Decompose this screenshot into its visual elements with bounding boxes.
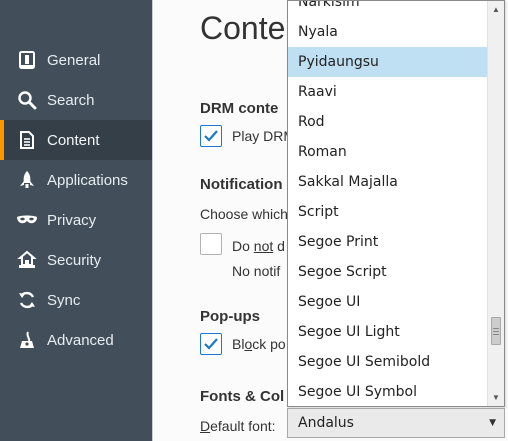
font-option[interactable]: Segoe UI Semibold bbox=[288, 347, 487, 377]
notifications-sub-text: No notif bbox=[232, 263, 281, 279]
dnd-checkbox-label: Do not d bbox=[232, 238, 285, 254]
sidebar-item-advanced[interactable]: Advanced bbox=[0, 320, 152, 360]
notifications-description: Choose which bbox=[200, 206, 288, 222]
sidebar: General Search Content Applications Priv… bbox=[0, 0, 152, 441]
font-options: Narkisim Nyala Pyidaungsu Raavi Rod Roman Sakk… bbox=[288, 1, 487, 406]
privacy-mask-icon bbox=[16, 209, 38, 231]
popups-heading: Pop-ups bbox=[200, 308, 260, 325]
selected-font-value: Andalus bbox=[298, 415, 354, 431]
search-icon bbox=[16, 89, 38, 111]
applications-icon bbox=[16, 169, 38, 191]
security-icon bbox=[16, 249, 38, 271]
sidebar-item-label: Privacy bbox=[47, 211, 97, 229]
sidebar-item-label: Advanced bbox=[47, 331, 114, 349]
sidebar-item-label: Search bbox=[47, 91, 95, 109]
default-font-label: Default font: bbox=[200, 418, 276, 434]
sidebar-item-content[interactable]: Content bbox=[0, 120, 152, 160]
block-popups-label: Block po bbox=[232, 336, 286, 352]
dropdown-scrollbar[interactable]: ▲ ▼ bbox=[487, 1, 504, 406]
block-popups-checkbox[interactable] bbox=[200, 333, 222, 355]
notifications-heading: Notification bbox=[200, 176, 283, 193]
dnd-checkbox[interactable] bbox=[200, 233, 222, 255]
fonts-heading: Fonts & Col bbox=[200, 388, 285, 405]
scroll-up-arrow-icon[interactable]: ▲ bbox=[488, 1, 504, 18]
advanced-icon bbox=[16, 329, 38, 351]
sidebar-item-label: General bbox=[47, 51, 101, 69]
drm-checkbox[interactable] bbox=[200, 125, 222, 147]
drm-heading: DRM conte bbox=[200, 100, 279, 117]
font-option[interactable]: Segoe UI Light bbox=[288, 317, 487, 347]
font-option[interactable]: Nyala bbox=[288, 17, 487, 47]
checkmark-icon bbox=[204, 130, 218, 142]
sidebar-item-security[interactable]: Security bbox=[0, 240, 152, 280]
sidebar-item-label: Applications bbox=[47, 171, 128, 189]
sidebar-item-privacy[interactable]: Privacy bbox=[0, 200, 152, 240]
sync-icon bbox=[16, 289, 38, 311]
font-option[interactable]: Segoe Print bbox=[288, 227, 487, 257]
drm-checkbox-label: Play DRM bbox=[232, 128, 296, 144]
font-option[interactable]: Script bbox=[288, 197, 487, 227]
scroll-down-arrow-icon[interactable]: ▼ bbox=[488, 389, 504, 406]
font-dropdown-list[interactable]: Narkisim Nyala Pyidaungsu Raavi Rod Roman Sakk… bbox=[287, 0, 505, 407]
font-option[interactable]: Segoe UI Symbol bbox=[288, 377, 487, 406]
font-option[interactable]: Raavi bbox=[288, 77, 487, 107]
sidebar-item-label: Content bbox=[47, 131, 100, 149]
font-option[interactable]: Roman bbox=[288, 137, 487, 167]
font-option[interactable]: Pyidaungsu bbox=[288, 47, 487, 77]
checkmark-icon bbox=[204, 338, 218, 350]
sidebar-item-search[interactable]: Search bbox=[0, 80, 152, 120]
content-icon bbox=[16, 129, 38, 151]
sidebar-item-general[interactable]: General bbox=[0, 40, 152, 80]
general-icon bbox=[16, 49, 38, 71]
sidebar-item-label: Sync bbox=[47, 291, 81, 309]
font-option[interactable]: Rod bbox=[288, 107, 487, 137]
sidebar-item-sync[interactable]: Sync bbox=[0, 280, 152, 320]
default-font-select[interactable]: Andalus ▼ bbox=[287, 408, 505, 438]
sidebar-item-label: Security bbox=[47, 251, 102, 269]
scroll-thumb[interactable] bbox=[491, 317, 501, 345]
font-option[interactable]: Segoe Script bbox=[288, 257, 487, 287]
chevron-down-icon: ▼ bbox=[489, 418, 496, 428]
sidebar-item-applications[interactable]: Applications bbox=[0, 160, 152, 200]
font-option[interactable]: Sakkal Majalla bbox=[288, 167, 487, 197]
font-option[interactable]: Narkisim bbox=[288, 1, 487, 17]
font-option[interactable]: Segoe UI bbox=[288, 287, 487, 317]
